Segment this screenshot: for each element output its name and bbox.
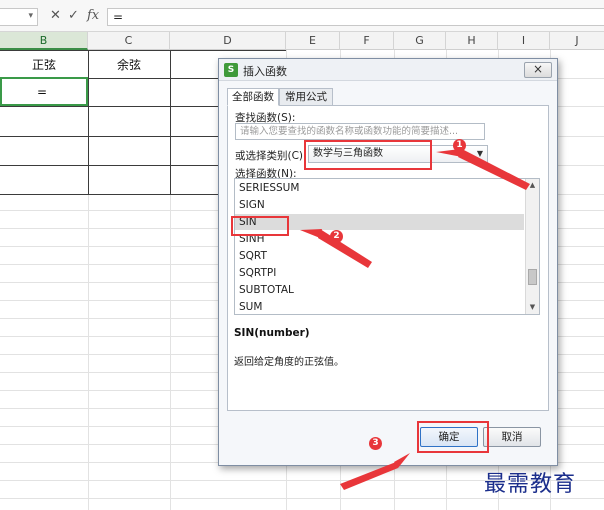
function-description: 返回给定角度的正弦值。 <box>234 357 344 368</box>
column-header-h[interactable]: H <box>446 32 498 50</box>
annotation-number-3: 3 <box>369 437 382 450</box>
annotation-box-category <box>304 140 432 170</box>
tab-common-formulas[interactable]: 常用公式 <box>279 88 333 106</box>
table-border <box>0 50 286 51</box>
formula-bar: ▾ ✕ ✓ fx = <box>0 0 604 32</box>
grid-line <box>0 498 604 499</box>
annotation-number-1: 1 <box>453 139 466 152</box>
annotation-box-ok <box>417 421 489 453</box>
column-header-b[interactable]: B <box>0 32 88 50</box>
scroll-up-icon[interactable]: ▲ <box>526 179 539 192</box>
column-header-f[interactable]: F <box>340 32 394 50</box>
dialog-title: 插入函数 <box>243 65 287 78</box>
cell-b1[interactable]: 正弦 <box>0 56 88 73</box>
column-header-g[interactable]: G <box>394 32 446 50</box>
column-header-row: B C D E F G H I J <box>0 32 604 50</box>
function-list[interactable]: SERIESSUM SIGN SIN SINH SQRT SQRTPI SUBT… <box>234 178 540 315</box>
watermark-logo: 最需教育 <box>484 472 577 497</box>
confirm-formula-icon[interactable]: ✓ <box>68 8 79 23</box>
chevron-down-icon[interactable]: ▾ <box>28 11 33 21</box>
category-label: 或选择类别(C): <box>235 150 307 162</box>
list-item[interactable]: SUBTOTAL <box>239 282 524 298</box>
column-header-c[interactable]: C <box>88 32 170 50</box>
insert-function-icon[interactable]: fx <box>87 8 99 23</box>
list-item[interactable]: SIGN <box>239 197 524 213</box>
cancel-button[interactable]: 取消 <box>483 427 541 447</box>
chevron-down-icon[interactable]: ▼ <box>477 146 483 162</box>
column-header-e[interactable]: E <box>286 32 340 50</box>
cell-b2[interactable]: = <box>0 85 84 99</box>
column-header-j[interactable]: J <box>550 32 604 50</box>
annotation-number-2: 2 <box>330 230 343 243</box>
column-header-i[interactable]: I <box>498 32 550 50</box>
formula-input[interactable]: = <box>107 8 604 26</box>
wps-logo-icon: S <box>224 63 238 77</box>
annotation-box-sin <box>231 216 289 236</box>
list-item[interactable]: SQRTPI <box>239 265 524 281</box>
scroll-down-icon[interactable]: ▼ <box>526 301 539 314</box>
cell-c1[interactable]: 余弦 <box>88 56 170 73</box>
column-header-d[interactable]: D <box>170 32 286 50</box>
scrollbar-thumb[interactable] <box>528 269 537 285</box>
list-item[interactable]: SQRT <box>239 248 524 264</box>
list-item[interactable]: SERIESSUM <box>239 180 524 196</box>
function-syntax: SIN(number) <box>234 327 310 339</box>
table-border <box>170 50 171 194</box>
dialog-title-bar[interactable]: S 插入函数 × <box>219 59 557 81</box>
close-button[interactable]: × <box>524 62 552 78</box>
function-search-input[interactable]: 请输入您要查找的函数名称或函数功能的简要描述... <box>235 123 485 140</box>
list-item[interactable]: SUM <box>239 299 524 314</box>
name-box[interactable]: ▾ <box>0 8 38 26</box>
insert-function-dialog: S 插入函数 × 全部函数 常用公式 查找函数(S): 请输入您要查找的函数名称… <box>218 58 558 466</box>
tab-all-functions[interactable]: 全部函数 <box>227 88 279 106</box>
cancel-formula-icon[interactable]: ✕ <box>50 8 61 23</box>
list-scrollbar[interactable]: ▲ ▼ <box>525 179 539 314</box>
